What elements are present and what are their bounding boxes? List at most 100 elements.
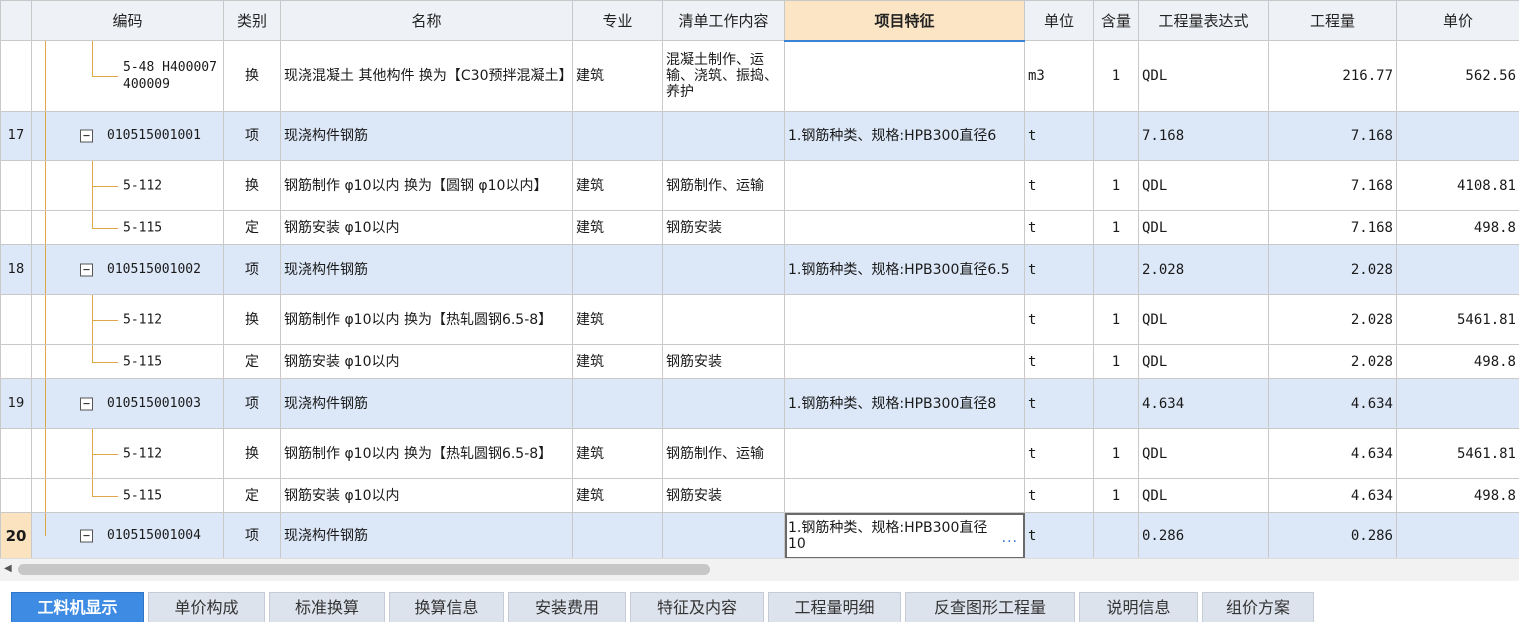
- table-row[interactable]: 5-112 换 钢筋制作 φ10以内 换为【热轧圆钢6.5-8】 建筑 t 1 …: [0, 294, 1519, 345]
- qty-cell[interactable]: 216.77: [1268, 40, 1397, 112]
- feature-editor-cell[interactable]: 1.钢筋种类、规格:HPB300直径10 ···: [784, 512, 1025, 559]
- qty-cell[interactable]: 4.634: [1268, 478, 1397, 513]
- col-major-header[interactable]: 专业: [572, 0, 663, 41]
- price-cell[interactable]: 498.8: [1396, 344, 1519, 379]
- content-cell[interactable]: [1093, 244, 1139, 295]
- type-cell[interactable]: 项: [223, 512, 281, 559]
- feature-cell[interactable]: [784, 160, 1025, 211]
- expr-cell[interactable]: QDL: [1138, 344, 1269, 379]
- collapse-icon[interactable]: −: [80, 263, 93, 276]
- code-cell[interactable]: 5-115: [31, 344, 224, 379]
- content-cell[interactable]: [1093, 111, 1139, 161]
- code-cell[interactable]: 5-112: [31, 160, 224, 211]
- qty-cell[interactable]: 7.168: [1268, 160, 1397, 211]
- major-cell[interactable]: [572, 378, 663, 429]
- qty-cell[interactable]: 4.634: [1268, 428, 1397, 479]
- col-work-header[interactable]: 清单工作内容: [662, 0, 785, 41]
- collapse-icon[interactable]: −: [80, 129, 93, 143]
- major-cell[interactable]: 建筑: [572, 294, 663, 345]
- type-cell[interactable]: 换: [223, 160, 281, 211]
- table-row[interactable]: 5-112 换 钢筋制作 φ10以内 换为【热轧圆钢6.5-8】 建筑 钢筋制作…: [0, 428, 1519, 479]
- price-cell[interactable]: 562.56: [1396, 40, 1519, 112]
- col-index-header[interactable]: [0, 0, 32, 41]
- expr-cell[interactable]: QDL: [1138, 210, 1269, 245]
- type-cell[interactable]: 项: [223, 111, 281, 161]
- expr-cell[interactable]: 4.634: [1138, 378, 1269, 429]
- content-cell[interactable]: 1: [1093, 428, 1139, 479]
- major-cell[interactable]: [572, 111, 663, 161]
- work-cell[interactable]: [662, 111, 785, 161]
- qty-cell[interactable]: 7.168: [1268, 210, 1397, 245]
- type-cell[interactable]: 项: [223, 244, 281, 295]
- feature-cell[interactable]: [784, 210, 1025, 245]
- table-row[interactable]: 5-115 定 钢筋安装 φ10以内 建筑 钢筋安装 t 1 QDL 2.028…: [0, 344, 1519, 379]
- code-cell[interactable]: 5-112: [31, 294, 224, 345]
- qty-cell[interactable]: 7.168: [1268, 111, 1397, 161]
- name-cell[interactable]: 钢筋安装 φ10以内: [280, 478, 573, 513]
- feature-cell[interactable]: [784, 344, 1025, 379]
- code-cell[interactable]: − 010515001002: [31, 244, 224, 295]
- table-row[interactable]: 19 − 010515001003 项 现浇构件钢筋 1.钢筋种类、规格:HPB…: [0, 378, 1519, 429]
- expr-cell[interactable]: QDL: [1138, 160, 1269, 211]
- content-cell[interactable]: [1093, 512, 1139, 559]
- code-cell[interactable]: 5-112: [31, 428, 224, 479]
- name-cell[interactable]: 钢筋制作 φ10以内 换为【圆钢 φ10以内】: [280, 160, 573, 211]
- work-cell[interactable]: 钢筋安装: [662, 344, 785, 379]
- content-cell[interactable]: 1: [1093, 40, 1139, 112]
- name-cell[interactable]: 现浇构件钢筋: [280, 378, 573, 429]
- name-cell[interactable]: 现浇混凝土 其他构件 换为【C30预拌混凝土】: [280, 40, 573, 112]
- content-cell[interactable]: 1: [1093, 294, 1139, 345]
- unit-cell[interactable]: t: [1024, 210, 1094, 245]
- col-expr-header[interactable]: 工程量表达式: [1138, 0, 1269, 41]
- name-cell[interactable]: 现浇构件钢筋: [280, 111, 573, 161]
- price-cell[interactable]: [1396, 111, 1519, 161]
- code-cell[interactable]: 5-48 H400007 400009: [31, 40, 224, 112]
- work-cell[interactable]: [662, 244, 785, 295]
- tab-quantity-detail[interactable]: 工程量明细: [768, 592, 901, 622]
- feature-cell[interactable]: [784, 478, 1025, 513]
- expr-cell[interactable]: 7.168: [1138, 111, 1269, 161]
- major-cell[interactable]: 建筑: [572, 40, 663, 112]
- work-cell[interactable]: 混凝土制作、运输、浇筑、振捣、养护: [662, 40, 785, 112]
- unit-cell[interactable]: t: [1024, 478, 1094, 513]
- qty-cell[interactable]: 2.028: [1268, 244, 1397, 295]
- table-row[interactable]: 5-115 定 钢筋安装 φ10以内 建筑 钢筋安装 t 1 QDL 4.634…: [0, 478, 1519, 513]
- type-cell[interactable]: 换: [223, 294, 281, 345]
- collapse-icon[interactable]: −: [80, 529, 93, 542]
- type-cell[interactable]: 换: [223, 428, 281, 479]
- expr-cell[interactable]: QDL: [1138, 428, 1269, 479]
- unit-cell[interactable]: m3: [1024, 40, 1094, 112]
- qty-cell[interactable]: 2.028: [1268, 344, 1397, 379]
- feature-cell[interactable]: 1.钢筋种类、规格:HPB300直径6: [784, 111, 1025, 161]
- price-cell[interactable]: 498.8: [1396, 210, 1519, 245]
- feature-cell[interactable]: 1.钢筋种类、规格:HPB300直径6.5: [784, 244, 1025, 295]
- tab-material-display[interactable]: 工料机显示: [11, 592, 144, 622]
- table-row[interactable]: 17 − 010515001001 项 现浇构件钢筋 1.钢筋种类、规格:HPB…: [0, 111, 1519, 161]
- col-unit-header[interactable]: 单位: [1024, 0, 1094, 41]
- price-cell[interactable]: 4108.81: [1396, 160, 1519, 211]
- ellipsis-button[interactable]: ···: [1002, 534, 1018, 550]
- major-cell[interactable]: 建筑: [572, 478, 663, 513]
- unit-cell[interactable]: t: [1024, 428, 1094, 479]
- expr-cell[interactable]: QDL: [1138, 40, 1269, 112]
- table-row[interactable]: 5-112 换 钢筋制作 φ10以内 换为【圆钢 φ10以内】 建筑 钢筋制作、…: [0, 160, 1519, 211]
- expr-cell[interactable]: 0.286: [1138, 512, 1269, 559]
- major-cell[interactable]: 建筑: [572, 160, 663, 211]
- major-cell[interactable]: [572, 512, 663, 559]
- qty-cell[interactable]: 0.286: [1268, 512, 1397, 559]
- collapse-icon[interactable]: −: [80, 397, 93, 410]
- col-price-header[interactable]: 单价: [1396, 0, 1519, 41]
- feature-cell[interactable]: [784, 428, 1025, 479]
- expr-cell[interactable]: 2.028: [1138, 244, 1269, 295]
- name-cell[interactable]: 钢筋安装 φ10以内: [280, 210, 573, 245]
- code-cell[interactable]: − 010515001003: [31, 378, 224, 429]
- col-content-header[interactable]: 含量: [1093, 0, 1139, 41]
- tab-pricing-scheme[interactable]: 组价方案: [1202, 592, 1314, 622]
- unit-cell[interactable]: t: [1024, 378, 1094, 429]
- qty-cell[interactable]: 2.028: [1268, 294, 1397, 345]
- price-cell[interactable]: [1396, 378, 1519, 429]
- unit-cell[interactable]: t: [1024, 512, 1094, 559]
- work-cell[interactable]: 钢筋制作、运输: [662, 428, 785, 479]
- tab-conversion-info[interactable]: 换算信息: [389, 592, 504, 622]
- price-cell[interactable]: [1396, 512, 1519, 559]
